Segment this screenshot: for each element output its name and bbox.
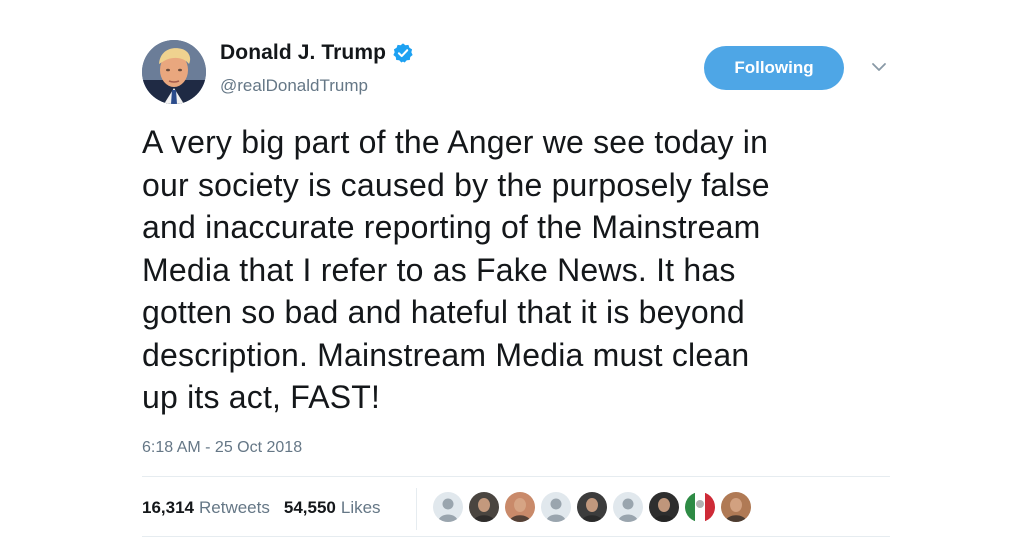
likes-count: 54,550 xyxy=(283,498,336,517)
tweet-card: Donald J. Trump @realDonaldTrump Followi… xyxy=(0,0,1024,540)
stats-separator xyxy=(416,488,417,530)
retweets-stat[interactable]: 16,314 Retweets xyxy=(142,498,270,518)
likes-label: Likes xyxy=(340,498,381,517)
tweet-text: A very big part of the Anger we see toda… xyxy=(142,124,770,415)
liker-avatar[interactable] xyxy=(648,491,680,523)
liker-avatar[interactable] xyxy=(576,491,608,523)
liker-avatar[interactable] xyxy=(468,491,500,523)
liker-avatar[interactable] xyxy=(720,491,752,523)
chevron-down-icon[interactable] xyxy=(870,60,888,74)
likes-stat[interactable]: 54,550 Likes xyxy=(284,498,381,518)
liker-avatars xyxy=(432,491,756,523)
tweet-timestamp[interactable]: 6:18 AM - 25 Oct 2018 xyxy=(142,439,302,457)
liker-avatar[interactable] xyxy=(612,491,644,523)
author-avatar[interactable] xyxy=(142,40,206,104)
liker-avatar[interactable] xyxy=(684,491,716,523)
liker-avatar[interactable] xyxy=(540,491,572,523)
tweet-stats: 16,314 Retweets 54,550 Likes xyxy=(142,498,381,518)
author-display-name[interactable]: Donald J. Trump xyxy=(220,41,386,65)
divider xyxy=(142,476,890,477)
divider xyxy=(142,536,890,537)
author-name-row: Donald J. Trump xyxy=(220,41,414,65)
verified-badge-icon xyxy=(392,42,414,64)
retweets-count: 16,314 xyxy=(142,498,194,517)
liker-avatar[interactable] xyxy=(432,491,464,523)
retweets-label: Retweets xyxy=(199,498,270,517)
following-button[interactable]: Following xyxy=(704,46,844,90)
liker-avatar[interactable] xyxy=(504,491,536,523)
author-handle[interactable]: @realDonaldTrump xyxy=(220,76,368,96)
